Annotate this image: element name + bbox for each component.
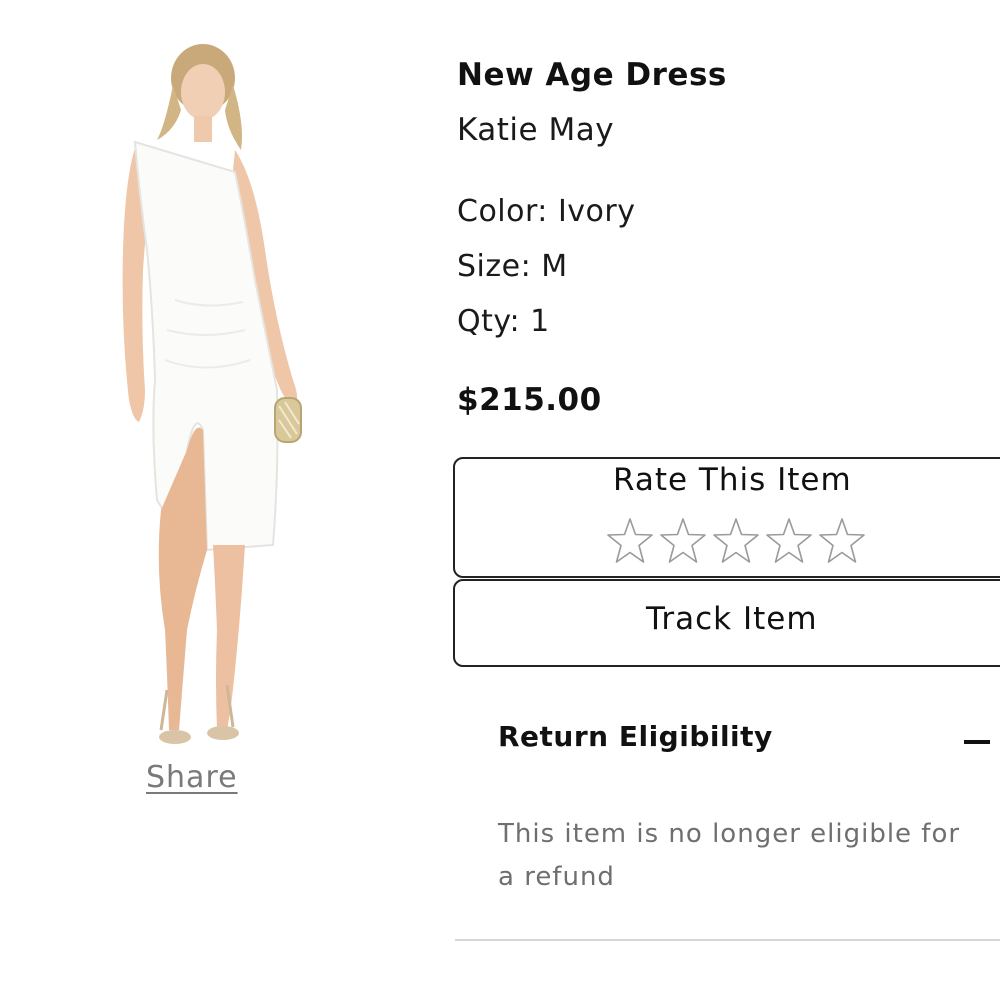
- order-item-page: Share New Age Dress Katie May Color: Ivo…: [0, 0, 1000, 1000]
- product-color: Color: Ivory: [457, 194, 636, 229]
- product-price: $215.00: [457, 382, 602, 418]
- brand-name[interactable]: Katie May: [457, 112, 614, 148]
- share-link[interactable]: Share: [146, 760, 238, 795]
- return-eligibility-header[interactable]: Return Eligibility: [498, 720, 773, 753]
- section-divider: [455, 939, 1000, 941]
- product-quantity: Qty: 1: [457, 304, 550, 339]
- star-rating[interactable]: [606, 516, 866, 568]
- star-icon[interactable]: [606, 516, 654, 566]
- return-eligibility-message: This item is no longer eligible for a re…: [498, 819, 961, 892]
- minus-icon[interactable]: [964, 740, 990, 744]
- dress-photo-illustration: [122, 44, 302, 744]
- product-image[interactable]: [95, 30, 325, 755]
- rate-item-title: Rate This Item: [613, 462, 852, 498]
- star-icon[interactable]: [765, 516, 813, 566]
- product-name: New Age Dress: [457, 57, 727, 93]
- star-icon[interactable]: [659, 516, 707, 566]
- product-size: Size: M: [457, 249, 568, 284]
- star-icon[interactable]: [818, 516, 866, 566]
- track-item-label[interactable]: Track Item: [646, 601, 818, 637]
- star-icon[interactable]: [712, 516, 760, 566]
